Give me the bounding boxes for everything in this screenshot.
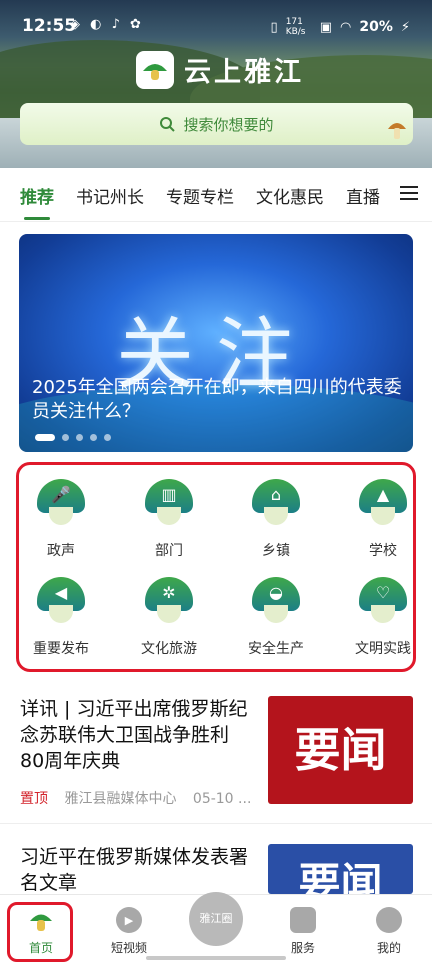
category-label: 重要发布 [33,641,89,657]
safety-helmet-icon: ◒ [252,577,300,625]
search-bar[interactable]: 搜索你想要的 [20,103,413,145]
graduation-cap-icon: ▲ [359,479,407,527]
category-wenhua-lvyou[interactable]: ✲ 文化旅游 [119,577,219,658]
sim-icon: ▣ [319,19,332,35]
news-title: 习近平在俄罗斯媒体发表署名文章 [20,846,249,894]
highlight-box [7,902,73,962]
tab-recommend[interactable]: 推荐 [20,183,54,220]
tab-culture[interactable]: 文化惠民 [256,183,324,208]
category-label: 安全生产 [248,641,304,657]
tab-leaders[interactable]: 书记州长 [76,183,144,208]
category-xiangzhen[interactable]: ⌂ 乡镇 [226,479,326,560]
category-zhengsheng[interactable]: 🎤 政声 [11,479,111,560]
category-grid: 🎤 政声 ▥ 部门 ⌂ 乡镇 ▲ 学校 ◀ 重要发布 ✲ 文化旅游 ◒ 安全生产… [16,462,416,672]
category-zhongyao-fabu[interactable]: ◀ 重要发布 [11,577,111,658]
carousel-dot[interactable] [35,434,55,441]
carousel-dot[interactable] [76,434,83,441]
category-label: 文化旅游 [141,641,197,657]
building-icon: ▥ [145,479,193,527]
vibrate-icon: ▯ [270,19,278,35]
carousel-dot[interactable] [104,434,111,441]
yajiang-circle-button[interactable]: 雅江圈 [189,892,243,946]
gesture-bar[interactable] [146,956,286,960]
charging-icon: ⚡ [400,19,410,35]
status-right: ▯ 171 KB/s ▣ ◠ 20% ⚡ [271,17,410,37]
tab-topics[interactable]: 专题专栏 [166,183,234,208]
category-bumen[interactable]: ▥ 部门 [119,479,219,560]
banner-caption: 2025年全国两会召开在即，来自四川的代表委员关注什么？ [32,377,402,422]
net-speed: 171 KB/s [285,17,306,37]
nav-profile[interactable]: 我的 [354,907,424,956]
app-title: 云上雅江 [184,57,304,88]
carousel-banner[interactable]: 关注 2025年全国两会召开在即，来自四川的代表委员关注什么？ [19,234,413,452]
status-time: 12:55 [22,16,77,36]
news-date: 05-10 ... [192,791,252,807]
news-item[interactable]: 详讯 | 习近平出席俄罗斯纪念苏联伟大卫国战争胜利80周年庆典 置顶 雅江县融媒… [0,692,432,822]
category-anquan-shengchan[interactable]: ◒ 安全生产 [226,577,326,658]
category-label: 文明实践 [355,641,411,657]
nav-services[interactable]: 服务 [268,907,338,956]
news-thumbnail: 要闻 [268,696,413,804]
palm-tree-icon: ✲ [145,577,193,625]
yajiang-circle-label: 雅江圈 [199,912,233,925]
category-wenming-shijian[interactable]: ♡ 文明实践 [333,577,432,658]
news-thumbnail: 要闻 [268,844,413,894]
search-icon [160,117,176,132]
carousel-dots [35,434,111,441]
app-brand: 云上雅江 [136,50,304,89]
mushroom-decoration-icon [388,123,406,139]
grid-icon [290,907,316,933]
megaphone-icon: ◀ [37,577,85,625]
header-banner: 12:55 ◈ ◐ ♪ ✿ ▯ 171 KB/s ▣ ◠ 20% ⚡ 云上雅江 … [0,0,432,168]
notification-icons: ◈ ◐ ♪ ✿ [70,17,144,32]
channel-tabs: 推荐 书记州长 专题专栏 文化惠民 直播 [0,170,432,222]
nav-label: 短视频 [110,941,147,955]
divider [0,823,432,824]
wifi-icon: ◠ [340,19,352,35]
category-label: 部门 [155,543,183,559]
news-meta: 置顶 雅江县融媒体中心 05-10 ... [20,788,251,808]
battery-level: 20% [359,19,393,35]
news-source: 雅江县融媒体中心 [64,791,177,807]
news-item[interactable]: 习近平在俄罗斯媒体发表署名文章 要闻 [0,840,432,894]
category-xuexiao[interactable]: ▲ 学校 [333,479,432,560]
news-title: 详讯 | 习近平出席俄罗斯纪念苏联伟大卫国战争胜利80周年庆典 [20,698,248,772]
house-icon: ⌂ [252,479,300,527]
category-label: 乡镇 [262,543,290,559]
nav-label: 服务 [290,941,315,955]
menu-icon[interactable] [400,186,418,200]
category-label: 政声 [47,543,75,559]
pinned-badge: 置顶 [20,791,48,807]
nav-label: 我的 [376,941,401,955]
carousel-dot[interactable] [62,434,69,441]
microphone-icon: 🎤 [37,479,85,527]
tab-live[interactable]: 直播 [346,183,380,208]
profile-icon [376,907,402,933]
heart-icon: ♡ [359,577,407,625]
status-bar: 12:55 ◈ ◐ ♪ ✿ ▯ 171 KB/s ▣ ◠ 20% ⚡ [0,0,432,46]
nav-short-video[interactable]: ▶ 短视频 [94,907,164,956]
search-placeholder: 搜索你想要的 [183,115,274,134]
carousel-dot[interactable] [90,434,97,441]
app-logo-icon [136,50,174,89]
category-label: 学校 [369,543,397,559]
play-icon: ▶ [116,907,142,933]
